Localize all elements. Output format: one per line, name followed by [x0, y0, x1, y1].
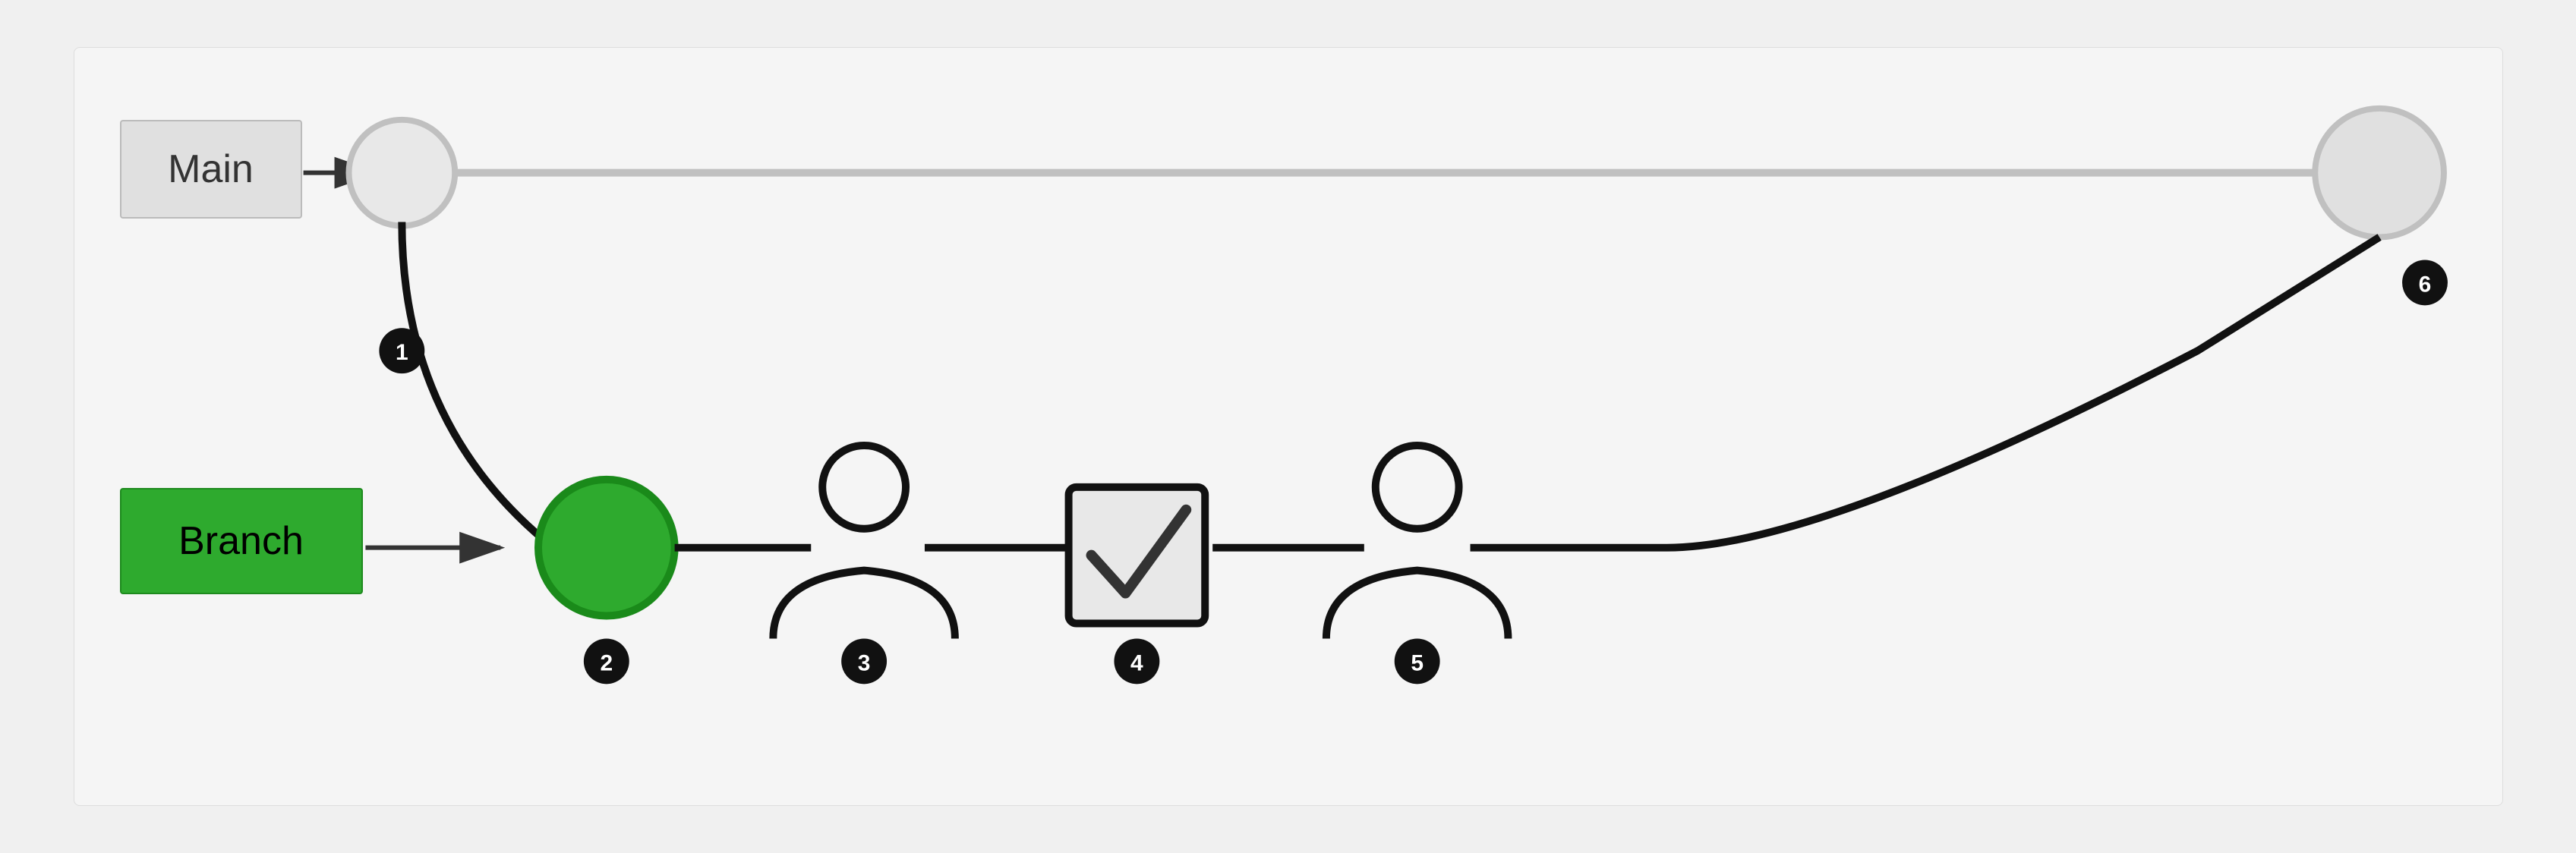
diagram-svg: 1 2 3 4 [74, 48, 2502, 805]
curve-down [402, 222, 553, 548]
person-node-5 [1326, 445, 1508, 638]
badge-2-text: 2 [600, 650, 613, 675]
diagram-container: Main Branch 1 [74, 47, 2503, 806]
badge-6-text: 6 [2418, 272, 2431, 297]
person-node-3 [773, 445, 955, 638]
branch-start-circle [538, 480, 674, 616]
curve-up [1667, 238, 2379, 548]
badge-3-text: 3 [857, 650, 870, 675]
branch-label-box: Branch [120, 488, 363, 594]
main-label-box: Main [120, 120, 302, 219]
main-label: Main [168, 146, 254, 192]
branch-label: Branch [178, 518, 304, 564]
main-start-circle [348, 120, 455, 226]
checkbox-node-4 [1068, 487, 1205, 624]
main-end-circle [2315, 109, 2444, 238]
badge-5-text: 5 [1411, 650, 1424, 675]
badge-1-text: 1 [396, 340, 408, 365]
badge-4-text: 4 [1130, 650, 1143, 675]
